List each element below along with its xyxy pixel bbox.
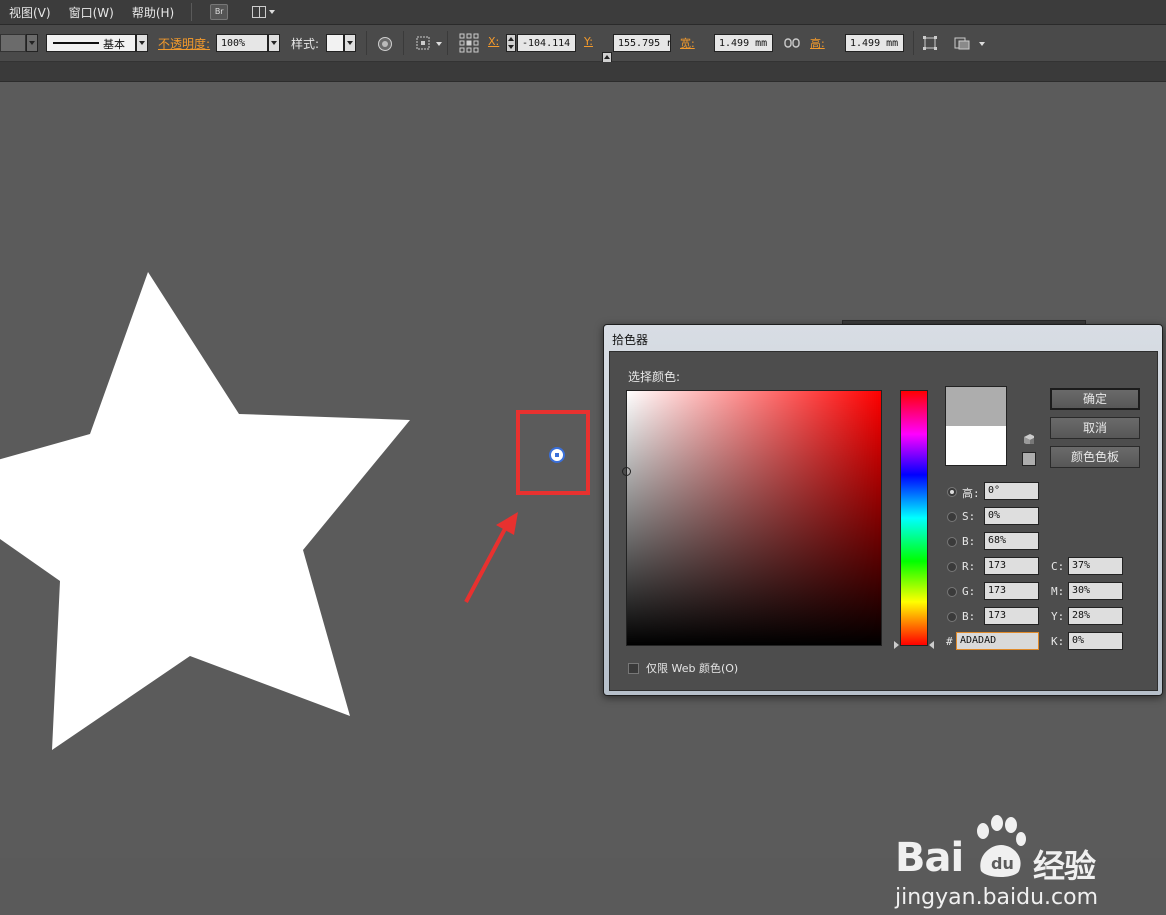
control-bar: 基本 不透明度: 100% 样式: X: -104.114 Y: 155.795…	[0, 25, 1166, 106]
hue-slider-handle-right[interactable]	[929, 641, 934, 649]
saturation-label: S:	[962, 510, 976, 523]
brightness-radio[interactable]	[947, 537, 957, 547]
toolbar-separator	[913, 31, 914, 55]
y-label[interactable]: Y:	[584, 35, 593, 48]
opacity-input[interactable]: 100%	[216, 34, 268, 52]
menu-separator	[191, 3, 193, 21]
dialog-body: 选择颜色: 确定 取消 颜色色板 高: 0° S: 0% B: 68% R: 1…	[609, 351, 1158, 691]
yellow-input[interactable]: 28%	[1068, 607, 1123, 625]
red-input[interactable]: 173	[984, 557, 1039, 575]
magenta-input[interactable]: 30%	[1068, 582, 1123, 600]
red-label: R:	[962, 560, 976, 573]
select-color-label: 选择颜色:	[628, 370, 681, 384]
saturation-radio[interactable]	[947, 512, 957, 522]
graphic-style-dropdown[interactable]	[344, 34, 356, 52]
watermark-cjk: 经验	[1033, 847, 1096, 885]
chevron-down-icon[interactable]	[979, 42, 985, 46]
green-input[interactable]: 173	[984, 582, 1039, 600]
saturation-brightness-field[interactable]	[622, 390, 882, 646]
original-color-swatch[interactable]	[945, 426, 1007, 466]
menu-help[interactable]: 帮助(H)	[123, 4, 183, 21]
blue-label: B:	[962, 610, 976, 623]
reference-point-icon[interactable]	[459, 33, 479, 53]
stroke-line-icon	[53, 42, 99, 44]
chevron-down-icon	[269, 10, 276, 14]
blue-input[interactable]: 173	[984, 607, 1039, 625]
red-radio[interactable]	[947, 562, 957, 572]
cyan-label: C:	[1051, 560, 1065, 573]
style-label: 样式:	[291, 37, 320, 51]
green-radio[interactable]	[947, 587, 957, 597]
cyan-input[interactable]: 37%	[1068, 557, 1123, 575]
hex-input[interactable]: ADADAD	[956, 632, 1039, 650]
height-input[interactable]: 1.499 mm	[845, 34, 904, 52]
hue-input[interactable]: 0°	[984, 482, 1039, 500]
baidu-watermark: Bai du 经验 jingyan.baidu.com	[895, 815, 1125, 915]
hue-label: 高:	[962, 487, 980, 500]
bridge-button[interactable]: Br	[210, 4, 229, 20]
recolor-artwork-icon[interactable]	[377, 36, 393, 52]
chevron-down-icon[interactable]	[436, 42, 442, 46]
color-picker-dialog: 拾色器 选择颜色: 确定 取消 颜色色板 高: 0° S: 0% B: 68%	[603, 324, 1163, 696]
toolbar-separator	[447, 31, 448, 55]
stroke-weight-dropdown[interactable]	[26, 34, 38, 52]
toolbar-separator	[403, 31, 404, 55]
y-input[interactable]: 155.795 r	[613, 34, 671, 52]
variable-width-profile[interactable]: 基本	[46, 34, 136, 52]
isolate-object-icon[interactable]	[953, 35, 971, 51]
document-tab-strip	[0, 62, 1166, 82]
blue-radio[interactable]	[947, 612, 957, 622]
menu-window[interactable]: 窗口(W)	[60, 4, 123, 21]
cube-icon[interactable]	[1024, 434, 1034, 444]
cancel-button[interactable]: 取消	[1050, 417, 1140, 439]
width-label[interactable]: 宽:	[680, 35, 695, 51]
stroke-profile-dropdown[interactable]	[136, 34, 148, 52]
link-proportions-icon[interactable]	[784, 36, 800, 50]
white-star-shape[interactable]	[0, 82, 420, 762]
yellow-label: Y:	[1051, 610, 1065, 623]
opacity-dropdown[interactable]	[268, 34, 280, 52]
watermark-url: jingyan.baidu.com	[895, 885, 1099, 910]
brightness-label: B:	[962, 535, 976, 548]
svg-text:du: du	[991, 854, 1014, 873]
black-label: K:	[1051, 635, 1065, 648]
ok-button[interactable]: 确定	[1050, 388, 1140, 410]
web-colors-only-label: 仅限 Web 颜色(O)	[646, 662, 739, 675]
x-input[interactable]: -104.114	[517, 34, 576, 52]
graphic-style-swatch[interactable]	[326, 34, 344, 52]
workspace-switcher-button[interactable]	[252, 6, 276, 18]
toolbar-separator	[366, 31, 367, 55]
saturation-input[interactable]: 0%	[984, 507, 1039, 525]
opacity-label[interactable]: 不透明度:	[158, 35, 210, 52]
x-stepper[interactable]	[506, 34, 516, 52]
brightness-input[interactable]: 68%	[984, 532, 1039, 550]
x-label[interactable]: X:	[488, 35, 499, 48]
web-safe-color-swatch[interactable]	[1022, 452, 1036, 466]
black-input[interactable]: 0%	[1068, 632, 1123, 650]
hue-slider[interactable]	[900, 390, 928, 646]
stroke-weight-field[interactable]	[0, 34, 26, 52]
annotation-arrow	[464, 512, 518, 603]
new-color-swatch	[945, 386, 1007, 426]
height-label[interactable]: 高:	[810, 35, 825, 51]
hue-slider-handle-left[interactable]	[894, 641, 899, 649]
align-to-icon[interactable]	[416, 36, 430, 50]
menu-bar: 视图(V) 窗口(W) 帮助(H) Br	[0, 0, 1166, 25]
green-label: G:	[962, 585, 976, 598]
watermark-brand: Bai	[895, 835, 964, 881]
color-cursor[interactable]	[622, 467, 631, 476]
hex-prefix-label: #	[946, 635, 953, 648]
selected-point-object[interactable]	[549, 447, 565, 463]
transform-icon[interactable]	[922, 35, 938, 51]
hue-radio[interactable]	[947, 487, 957, 497]
menu-view[interactable]: 视图(V)	[0, 4, 60, 21]
magenta-label: M:	[1051, 585, 1065, 598]
dialog-title: 拾色器	[612, 333, 649, 347]
baidu-paw-icon: du	[977, 815, 1026, 877]
workspace-layout-icon	[252, 6, 267, 18]
color-swatches-button[interactable]: 颜色色板	[1050, 446, 1140, 468]
stroke-profile-label: 基本	[103, 38, 125, 51]
web-colors-only-checkbox[interactable]	[628, 663, 639, 674]
width-input[interactable]: 1.499 mm	[714, 34, 773, 52]
